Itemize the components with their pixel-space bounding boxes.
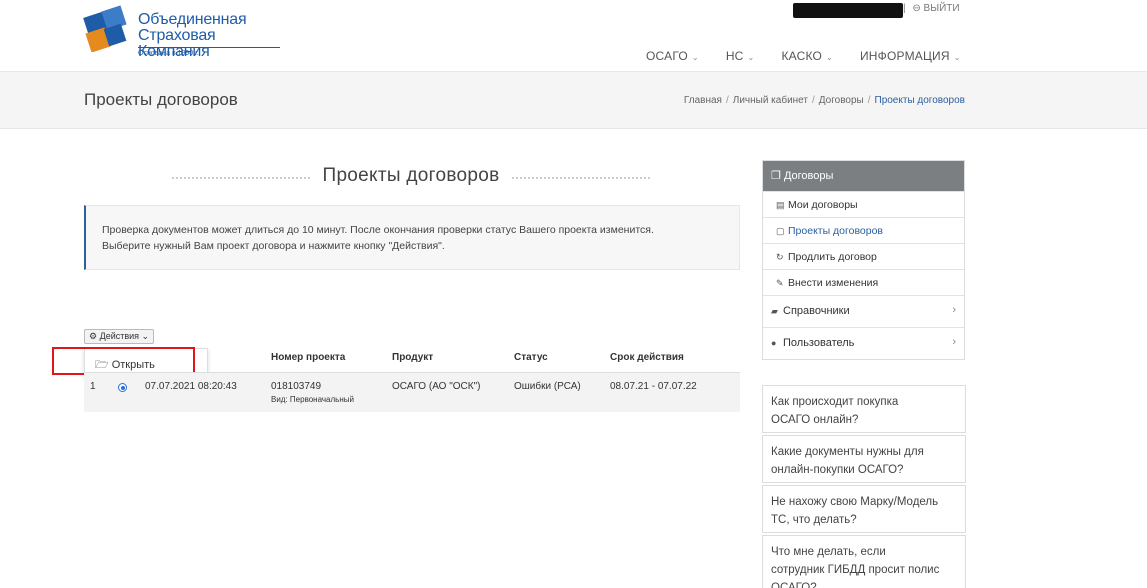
page-title: Проекты договоров — [84, 90, 238, 109]
col-header-term: Срок действия — [610, 352, 684, 363]
sidebar-item-my-contracts[interactable]: ▤ Мои договоры — [763, 191, 964, 217]
edit-icon: ✎ — [776, 278, 784, 288]
highlight-frame — [52, 347, 195, 375]
logout-link[interactable]: ⊖ ВЫЙТИ — [912, 3, 959, 14]
nav-item-osago[interactable]: ОСАГО ⌄ — [646, 49, 699, 63]
breadcrumb-cabinet[interactable]: Личный кабинет — [733, 95, 808, 106]
logo-underline — [138, 47, 280, 48]
row-status: Ошибки (РСА) — [514, 381, 581, 392]
sidebar-item-user[interactable]: ● Пользователь › — [763, 327, 964, 359]
chevron-down-icon: ⌄ — [141, 331, 150, 341]
faq-link-police[interactable]: Что мне делать, если сотрудник ГИБДД про… — [762, 535, 966, 588]
row-kind: Вид: Первоначальный — [271, 395, 354, 404]
row-select-radio[interactable] — [118, 383, 127, 392]
info-notice: Проверка документов может длиться до 10 … — [84, 205, 740, 270]
faq-link-model[interactable]: Не нахожу свою Марку/Модель ТС, что дела… — [762, 485, 966, 533]
sidebar-item-renew[interactable]: ↻ Продлить договор — [763, 243, 964, 269]
chevron-right-icon: › — [952, 304, 956, 316]
top-links: | ⊖ ВЫЙТИ — [903, 3, 964, 14]
nav-item-info[interactable]: ИНФОРМАЦИЯ ⌄ — [860, 49, 961, 63]
user-icon: ● — [771, 338, 777, 348]
refresh-icon: ↻ — [776, 252, 784, 262]
row-number: 1 — [90, 381, 96, 392]
sidebar-item-drafts[interactable]: ▢ Проекты договоров — [763, 217, 964, 243]
row-project-number: 018103749 — [271, 381, 322, 392]
page-title-bar: Проекты договоров Главная / Личный кабинет… — [0, 72, 1147, 129]
logo-founded: Основана в 1990 г. — [138, 50, 199, 57]
breadcrumb-current: Проекты договоров — [874, 95, 966, 106]
nav-item-ns[interactable]: НС ⌄ — [726, 49, 755, 63]
main-nav: ОСАГО ⌄ НС ⌄ КАСКО ⌄ ИНФОРМАЦИЯ ⌄ — [646, 49, 988, 63]
breadcrumb-home[interactable]: Главная — [684, 95, 722, 106]
file-text-icon: ▢ — [776, 226, 785, 236]
info-line-2: Выберите нужный Вам проект договора и на… — [102, 240, 445, 252]
logo-line-1: Объединенная — [138, 11, 247, 28]
col-header-project: Номер проекта — [271, 352, 346, 363]
faq-link-purchase[interactable]: Как происходит покупка ОСАГО онлайн? — [762, 385, 966, 433]
gear-icon: ⚙ — [89, 331, 98, 341]
row-term: 08.07.21 - 07.07.22 — [610, 381, 697, 392]
site-header: Объединенная Страховая Компания Основана… — [0, 0, 1147, 72]
row-date: 07.07.2021 08:20:43 — [145, 381, 237, 392]
info-line-1: Проверка документов может длиться до 10 … — [102, 224, 654, 236]
sidebar-item-edit[interactable]: ✎ Внести изменения — [763, 269, 964, 295]
section-title-text: Проекты договоров — [322, 165, 500, 186]
breadcrumb-contracts[interactable]: Договоры — [819, 95, 864, 106]
section-title: Проекты договоров — [172, 165, 650, 191]
sidebar-menu: ❐ Договоры ▤ Мои договоры ▢ Проекты догово… — [762, 160, 965, 360]
col-header-status: Статус — [514, 352, 548, 363]
file-icon: ▤ — [776, 200, 785, 210]
chevron-down-icon: ⌄ — [747, 53, 755, 62]
title-divider-left — [172, 177, 310, 179]
title-divider-right — [512, 177, 650, 179]
actions-button[interactable]: ⚙ Действия ⌄ — [84, 329, 155, 344]
nav-item-kasko[interactable]: КАСКО ⌄ — [781, 49, 833, 63]
folder-open-icon: ▰ — [771, 306, 778, 316]
company-logo[interactable]: Объединенная Страховая Компания Основана… — [80, 4, 290, 60]
logo-mark-icon — [83, 5, 127, 52]
redacted-username — [793, 3, 903, 18]
chevron-right-icon: › — [952, 336, 956, 348]
row-product: ОСАГО (АО "ОСК") — [392, 381, 481, 392]
copy-icon: ❐ — [771, 170, 781, 182]
breadcrumb: Главная / Личный кабинет / Договоры / Проекты … — [683, 95, 966, 106]
top-links-separator: | — [903, 3, 906, 14]
table-row[interactable]: 1 07.07.2021 08:20:43 018103749 Вид: Пер… — [84, 372, 740, 412]
sidebar-item-references[interactable]: ▰ Справочники › — [763, 295, 964, 327]
sidebar-header: ❐ Договоры — [763, 161, 964, 191]
chevron-down-icon: ⌄ — [953, 53, 961, 62]
chevron-down-icon: ⌄ — [826, 53, 833, 62]
col-header-product: Продукт — [392, 352, 434, 363]
faq-link-documents[interactable]: Какие документы нужны для онлайн-покупки… — [762, 435, 966, 483]
chevron-down-icon: ⌄ — [691, 53, 699, 62]
